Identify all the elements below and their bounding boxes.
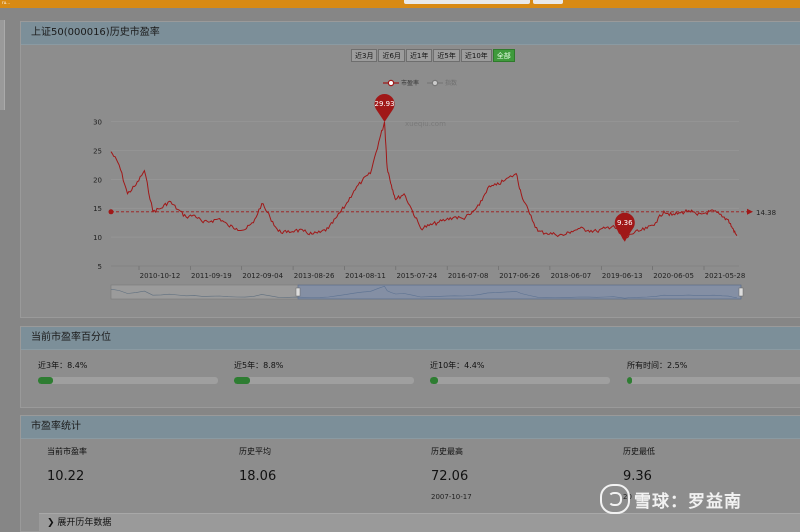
percentile-fill-all [627, 377, 632, 384]
percentile-track-all [627, 377, 800, 384]
pe-series-line [110, 121, 738, 242]
navigator-selection [297, 284, 742, 300]
chart-x-ticks: 2010-10-12 2011-09-19 2012-09-04 2013-08-26… [111, 265, 746, 280]
stat-high-date: 2007-10-17 [431, 493, 472, 501]
percentile-label-all: 所有时间：2.5% [627, 361, 688, 370]
percentile-item-5y: 近5年：8.8% [234, 360, 414, 384]
percentile-label-5y: 近5年：8.8% [234, 361, 284, 370]
max-pin-marker: 29.93 [375, 93, 395, 122]
xueqiu-watermark-text: 雪球：罗益南 [634, 491, 742, 512]
x-tick-label-5: 2015-07-24 [396, 272, 437, 280]
navigator-right-handle [738, 287, 744, 297]
pe-history-panel: 上证50(000016)历史市盈率 近3月 近6月 近1年 近5年 近10年 全… [20, 21, 800, 318]
min-pin-marker: 9.36 [614, 212, 635, 241]
stat-current-value: 10.22 [47, 469, 85, 484]
xueqiu-logo-icon [600, 484, 630, 514]
pe-percentile-title: 当前市盈率百分位 [21, 327, 800, 350]
percentile-fill-3y [38, 377, 54, 384]
percentile-fill-5y [234, 377, 250, 384]
top-bar-text: ru... [2, 0, 10, 5]
max-pin-label: 29.93 [375, 100, 395, 108]
stat-average-value: 18.06 [239, 469, 277, 484]
percentile-item-all: 所有时间：2.5% [627, 360, 800, 384]
x-tick-label-9: 2019-06-13 [602, 272, 643, 280]
percentile-item-10y: 近10年：4.4% [430, 360, 610, 384]
stat-low-label: 历史最低 [623, 447, 655, 456]
reference-label: 14.38 [756, 209, 776, 217]
x-tick-label-10: 2020-06-05 [653, 272, 694, 280]
y-tick-label-1: 10 [93, 234, 102, 242]
x-tick-label-0: 2010-10-12 [140, 272, 181, 280]
x-tick-label-3: 2013-08-26 [294, 272, 335, 280]
y-tick-label-0: 5 [98, 263, 102, 271]
chart-y-ticks: 5 10 15 20 25 30 [93, 119, 102, 271]
xueqiu-watermark: 雪球：罗益南 [600, 484, 742, 514]
pe-percentile-panel: 当前市盈率百分位 近3年：8.4% 近5年：8.8% 近10年：4.4% 所有时… [20, 326, 800, 408]
y-tick-label-3: 20 [93, 176, 102, 184]
stat-high-label: 历史最高 [431, 447, 463, 456]
chart-gridlines [111, 121, 739, 267]
x-tick-label-11: 2021-05-28 [705, 272, 746, 280]
x-tick-label-1: 2011-09-19 [191, 272, 232, 280]
pe-stats-panel: 市盈率统计 当前市盈率 10.22 历史平均 18.06 历史最高 72.06 … [20, 415, 800, 532]
pe-line-chart[interactable]: 5 10 15 20 25 30 2010-10-12 2011-09-19 2012-09-… [21, 22, 800, 317]
percentile-fill-10y [430, 377, 438, 384]
y-tick-label-2: 15 [93, 205, 102, 213]
range-navigator [110, 284, 744, 300]
stat-average: 历史平均 18.06 [239, 446, 276, 484]
left-sidebar-edge [0, 20, 5, 110]
pe-stats-title: 市盈率统计 [21, 416, 800, 439]
stat-low-value: 9.36 [623, 469, 652, 484]
navigator-left-handle [295, 287, 301, 297]
y-tick-label-5: 30 [93, 119, 102, 127]
x-tick-label-6: 2016-07-08 [448, 272, 489, 280]
top-bar: ru... [0, 0, 800, 8]
percentile-label-10y: 近10年：4.4% [430, 361, 485, 370]
y-tick-label-4: 25 [93, 147, 102, 155]
stat-high: 历史最高 72.06 2007-10-17 [431, 446, 472, 501]
expand-history-label: 展开历年数据 [57, 518, 112, 528]
percentile-track-10y [430, 377, 610, 384]
search-input[interactable] [404, 0, 530, 4]
stat-average-label: 历史平均 [239, 447, 271, 456]
stat-current-label: 当前市盈率 [47, 447, 87, 456]
percentile-item-3y: 近3年：8.4% [38, 360, 218, 384]
stat-current: 当前市盈率 10.22 [47, 446, 87, 484]
percentile-track-5y [234, 377, 414, 384]
stat-high-value: 72.06 [431, 469, 469, 484]
x-tick-label-4: 2014-08-11 [345, 272, 386, 280]
percentile-label-3y: 近3年：8.4% [38, 361, 88, 370]
x-tick-label-8: 2018-06-07 [551, 272, 592, 280]
reference-arrow-icon [747, 208, 753, 215]
min-pin-label: 9.36 [617, 219, 633, 227]
expand-history-button[interactable]: ❯ 展开历年数据 [39, 513, 800, 532]
chevron-down-icon: ❯ [47, 518, 55, 528]
x-tick-label-7: 2017-06-26 [499, 272, 540, 280]
search-button[interactable] [533, 0, 563, 4]
reference-dot [108, 209, 114, 215]
x-tick-label-2: 2012-09-04 [242, 272, 283, 280]
percentile-track-3y [38, 377, 218, 384]
